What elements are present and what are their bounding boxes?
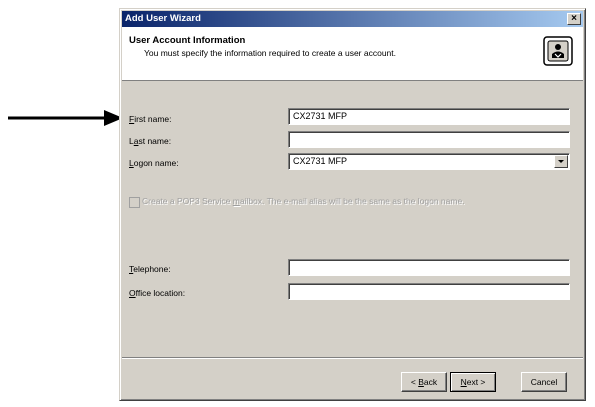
back-button[interactable]: < Back <box>401 372 447 392</box>
last-name-label-text: st name: <box>138 136 172 146</box>
add-user-wizard-dialog: Add User Wizard × User Account Informati… <box>119 8 586 401</box>
page-subtitle: You must specify the information require… <box>144 48 396 58</box>
page-title: User Account Information <box>129 35 246 46</box>
title-bar: Add User Wizard × <box>122 11 583 27</box>
chevron-down-icon[interactable] <box>554 155 568 168</box>
logon-name-label: Logon name: <box>129 158 179 168</box>
last-name-label: Last name: <box>129 136 171 146</box>
telephone-label: Telephone: <box>129 264 171 274</box>
first-name-label-text: irst name: <box>134 114 172 124</box>
next-label: ext > <box>466 377 486 387</box>
window-title: Add User Wizard <box>125 13 201 24</box>
first-name-field[interactable]: CX2731 MFP <box>288 108 570 125</box>
cancel-label: Cancel <box>530 377 558 387</box>
telephone-label-text: elephone: <box>133 264 171 274</box>
first-name-value: CX2731 MFP <box>293 111 348 121</box>
logon-name-value: CX2731 MFP <box>293 156 348 166</box>
cancel-button[interactable]: Cancel <box>521 372 567 392</box>
back-label: ack <box>423 377 438 387</box>
pointer-arrow <box>8 110 123 126</box>
next-button[interactable]: Next > <box>450 372 496 392</box>
office-label-text: ffice location: <box>135 288 186 298</box>
create-mailbox-label: Create a POP3 Service mailbox. The e-mai… <box>142 196 465 206</box>
telephone-field[interactable] <box>288 259 570 276</box>
user-account-wizard-icon <box>543 36 573 66</box>
create-mailbox-checkbox[interactable] <box>129 197 140 208</box>
first-name-label: First name: <box>129 114 172 124</box>
wizard-header: User Account Information You must specif… <box>122 27 583 81</box>
logon-name-label-text: ogon name: <box>133 158 179 168</box>
close-button[interactable]: × <box>567 13 581 25</box>
office-location-label: Office location: <box>129 288 185 298</box>
last-name-field[interactable] <box>288 131 570 148</box>
close-icon: × <box>571 13 577 24</box>
button-separator <box>122 357 583 359</box>
mailbox-text-rest: ailbox. The e-mail alias will be the sam… <box>239 196 465 206</box>
office-accesskey: O <box>129 288 136 298</box>
mailbox-accesskey: m <box>232 196 240 206</box>
logon-name-combobox[interactable]: CX2731 MFP <box>288 153 570 170</box>
office-location-field[interactable] <box>288 283 570 300</box>
mailbox-text-pre: Create a POP3 Service <box>142 196 233 206</box>
